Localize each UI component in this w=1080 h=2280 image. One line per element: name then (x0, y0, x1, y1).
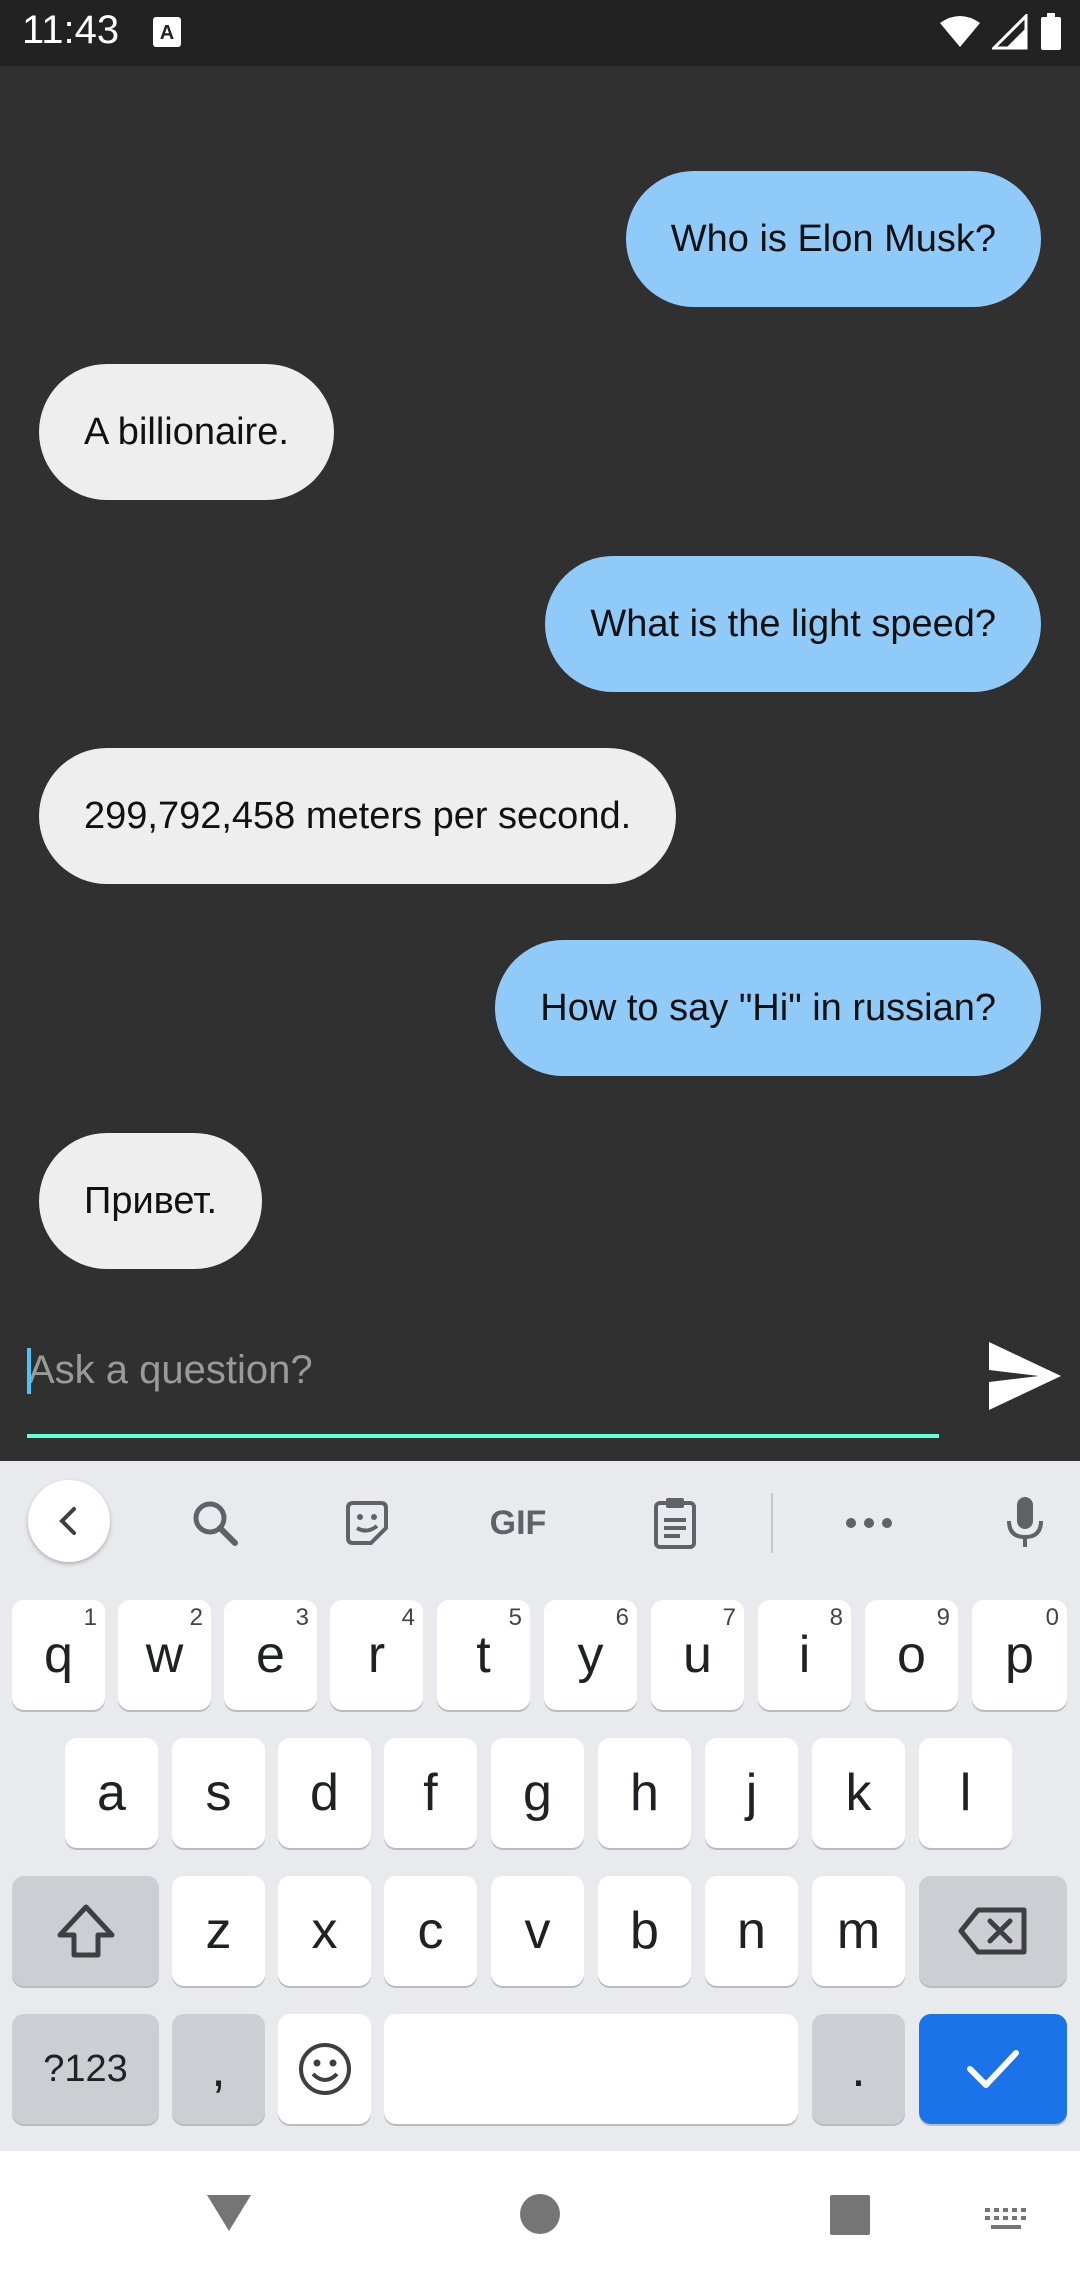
system-nav-bar (0, 2151, 1080, 2280)
key-d[interactable]: d (278, 1738, 371, 1848)
toolbar-divider (771, 1493, 773, 1553)
signal-icon (992, 14, 1028, 50)
home-circle-icon[interactable] (519, 2193, 561, 2235)
chat-area[interactable]: Who is Elon Musk? A billionaire. What is… (0, 66, 1080, 1461)
keyboard-switch-icon[interactable] (983, 2206, 1029, 2236)
text-cursor (27, 1348, 31, 1394)
key-x[interactable]: x (278, 1876, 371, 1986)
battery-icon (1041, 13, 1061, 50)
key-t[interactable]: t5 (437, 1600, 530, 1710)
shift-key[interactable] (12, 1876, 159, 1986)
message-text: 299,792,458 meters per second. (84, 794, 632, 837)
mic-icon[interactable] (990, 1483, 1060, 1563)
key-z[interactable]: z (172, 1876, 265, 1986)
message-bubble-user: Who is Elon Musk? (625, 171, 1041, 307)
sticker-icon[interactable] (332, 1483, 402, 1563)
period-key[interactable]: . (812, 2014, 905, 2124)
more-icon[interactable] (834, 1483, 904, 1563)
key-m[interactable]: m (812, 1876, 905, 1986)
wifi-icon (940, 16, 980, 47)
message-bubble-bot: A billionaire. (39, 364, 334, 500)
key-y[interactable]: y6 (544, 1600, 637, 1710)
autofill-a-icon: A (153, 17, 181, 47)
key-b[interactable]: b (598, 1876, 691, 1986)
checkmark-icon (967, 2050, 1019, 2088)
clipboard-icon[interactable] (640, 1483, 710, 1563)
key-s[interactable]: s (172, 1738, 265, 1848)
emoji-key[interactable] (278, 2014, 371, 2124)
key-k[interactable]: k (812, 1738, 905, 1848)
status-time: 11:43 (22, 8, 120, 52)
key-f[interactable]: f (384, 1738, 477, 1848)
key-n[interactable]: n (705, 1876, 798, 1986)
shift-icon (57, 1904, 114, 1958)
key-a[interactable]: a (65, 1738, 158, 1848)
comma-key[interactable]: , (172, 2014, 265, 2124)
message-text: What is the light speed? (590, 602, 996, 645)
key-q[interactable]: q1 (12, 1600, 105, 1710)
question-input[interactable] (28, 1340, 938, 1400)
key-i[interactable]: i8 (758, 1600, 851, 1710)
key-o[interactable]: o9 (865, 1600, 958, 1710)
svg-text:A: A (160, 22, 174, 44)
input-underline (27, 1434, 939, 1438)
status-bar: 11:43 A (0, 0, 1080, 66)
backspace-key[interactable] (919, 1876, 1067, 1986)
done-key[interactable] (919, 2014, 1067, 2124)
key-w[interactable]: w2 (118, 1600, 211, 1710)
key-v[interactable]: v (491, 1876, 584, 1986)
soft-keyboard: GIF q1 w2 e3 r4 t5 y6 u7 i8 o9 p0 a s d … (0, 1461, 1080, 2151)
recents-square-icon[interactable] (829, 2194, 871, 2236)
message-bubble-bot: 299,792,458 meters per second. (39, 748, 677, 884)
message-text: How to say "Hi" in russian? (540, 986, 996, 1029)
space-key[interactable] (384, 2014, 798, 2124)
backspace-icon (958, 1907, 1027, 1955)
search-icon[interactable] (180, 1483, 250, 1563)
symbols-key[interactable]: ?123 (12, 2014, 159, 2124)
key-p[interactable]: p0 (972, 1600, 1067, 1710)
key-l[interactable]: l (919, 1738, 1012, 1848)
message-bubble-user: How to say "Hi" in russian? (495, 940, 1041, 1076)
send-icon[interactable] (985, 1336, 1065, 1416)
key-e[interactable]: e3 (224, 1600, 317, 1710)
key-u[interactable]: u7 (651, 1600, 744, 1710)
key-g[interactable]: g (491, 1738, 584, 1848)
message-text: Who is Elon Musk? (670, 217, 996, 260)
keyboard-toolbar: GIF (0, 1461, 1080, 1581)
message-bubble-user: What is the light speed? (545, 556, 1041, 692)
emoji-icon (298, 2043, 351, 2095)
back-icon[interactable] (28, 1480, 110, 1562)
key-c[interactable]: c (384, 1876, 477, 1986)
key-r[interactable]: r4 (330, 1600, 423, 1710)
gif-button[interactable]: GIF (478, 1483, 558, 1563)
key-j[interactable]: j (705, 1738, 798, 1848)
message-bubble-bot: Привет. (39, 1133, 263, 1269)
question-input-row (0, 1310, 1080, 1461)
key-h[interactable]: h (598, 1738, 691, 1848)
back-triangle-icon[interactable] (205, 2193, 253, 2233)
message-text: A billionaire. (84, 410, 289, 453)
message-text: Привет. (84, 1179, 218, 1222)
